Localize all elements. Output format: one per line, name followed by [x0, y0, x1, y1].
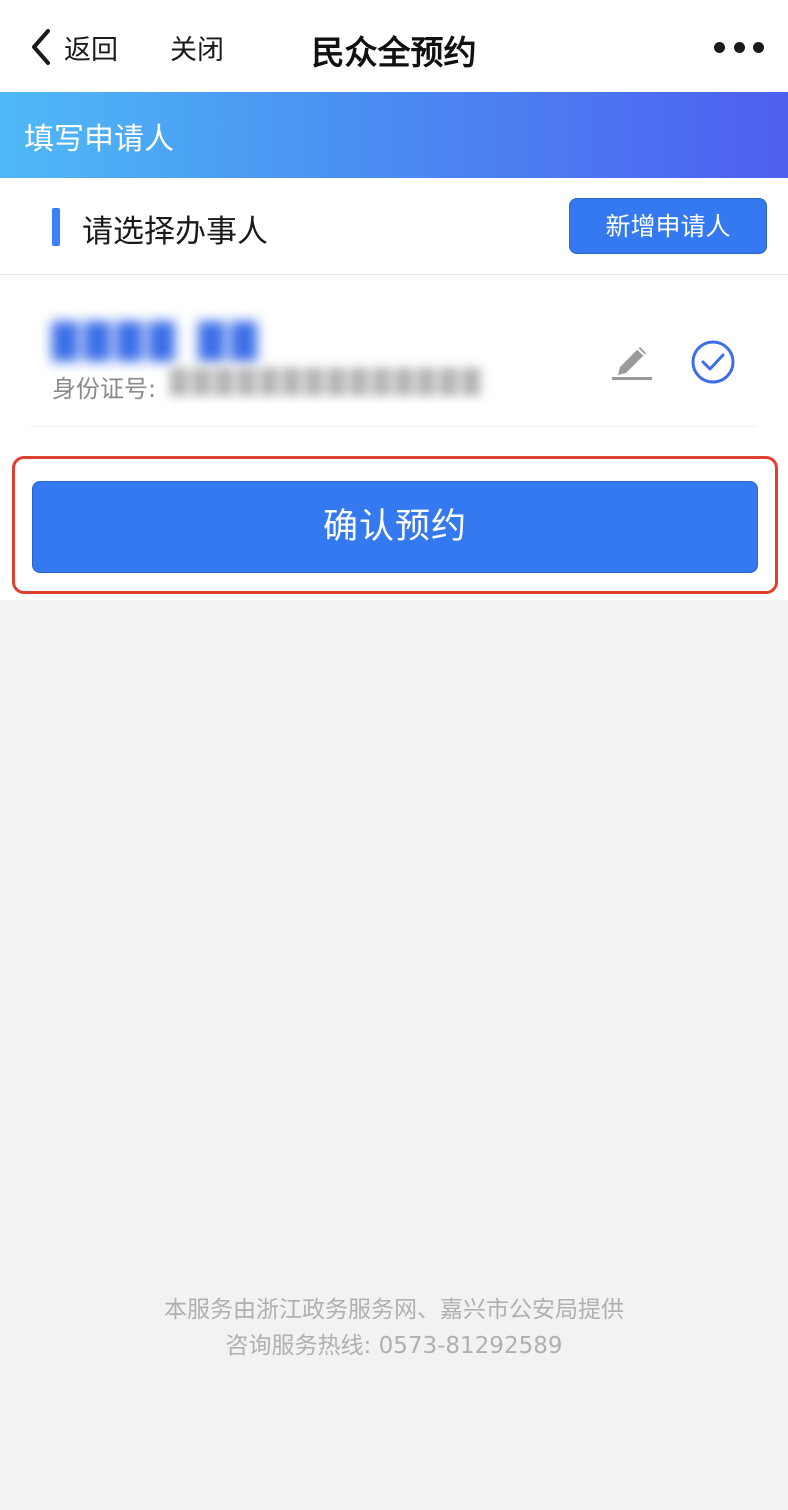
confirm-booking-button[interactable]: 确认预约: [32, 481, 758, 573]
applicant-list-item[interactable]: ████ ██ 身份证号: ██████████████: [30, 294, 756, 427]
selected-check-icon[interactable]: [690, 339, 736, 385]
nav-bar: 返回 关闭 民众全预约: [0, 0, 788, 92]
more-dot: [733, 41, 745, 53]
footer-provider-text: 本服务由浙江政务服务网、嘉兴市公安局提供: [164, 1297, 624, 1323]
section-accent-bar: [52, 208, 60, 246]
section-banner: 填写申请人: [0, 92, 788, 178]
page-title: 民众全预约: [311, 33, 477, 72]
edit-icon[interactable]: [610, 341, 654, 381]
id-number-label: 身份证号:: [52, 375, 157, 403]
add-applicant-button[interactable]: 新增申请人: [569, 198, 767, 254]
section-header: 请选择办事人 新增申请人: [0, 178, 788, 275]
footer-hotline-text: 咨询服务热线: 0573-81292589: [225, 1333, 563, 1359]
id-number-value: ██████████████: [170, 368, 485, 396]
more-dot: [714, 41, 725, 53]
banner-title: 填写申请人: [24, 122, 174, 157]
more-dot: [753, 41, 764, 53]
more-menu-icon[interactable]: [714, 36, 764, 58]
applicant-name: ████ ██: [52, 322, 263, 362]
section-title: 请选择办事人: [82, 214, 268, 250]
